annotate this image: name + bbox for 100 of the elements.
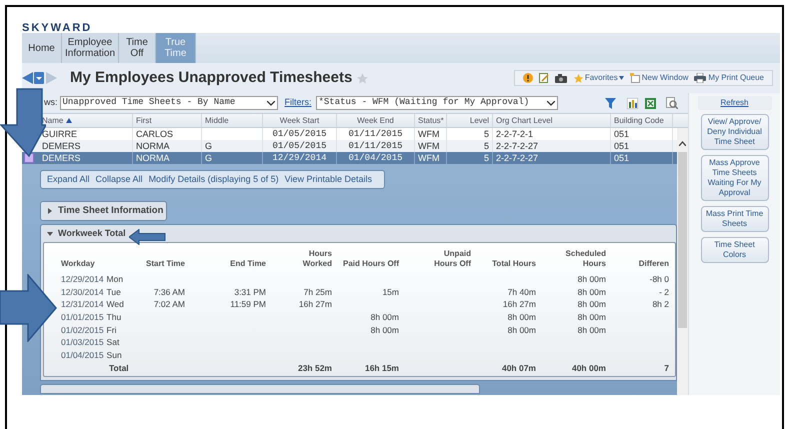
table-cell: 15m (382, 286, 399, 298)
column-header[interactable]: Building Code (614, 114, 664, 126)
table-cell: 051 (614, 154, 630, 162)
side-button[interactable]: View/ Approve/ Deny Individual Time Sheet (700, 114, 768, 150)
table-cell: 8h 00m (578, 272, 606, 286)
filters-link[interactable]: Filters: (284, 96, 312, 110)
table-cell: 2-2-7-2-27 (496, 142, 538, 150)
column-header: End Time (230, 259, 266, 269)
left-arrow-overlay (129, 229, 166, 245)
side-button[interactable]: Time Sheet Colors (700, 237, 768, 263)
table-cell: 2-2-7-2-1 (496, 130, 534, 138)
date-text: 01/04/2015 (61, 349, 104, 362)
table-cell: 8h 00m (578, 311, 606, 324)
day-text: Sun (106, 349, 122, 362)
total-value: 16h 15m (364, 362, 399, 375)
column-header: Scheduled Hours (564, 249, 606, 269)
table-cell: 8h 00m (508, 324, 536, 336)
column-header: Workday (61, 259, 95, 269)
table-cell: 3:31 PM (234, 286, 266, 298)
date-text: 12/31/2014 (61, 298, 104, 312)
table-cell: 8h 2 (652, 298, 669, 312)
caret-icon (618, 76, 624, 80)
table-cell: CARLOS (136, 130, 174, 138)
table-cell: 01/11/2015 (348, 130, 402, 138)
window-icon (630, 73, 640, 83)
date-text: 12/29/2014 (61, 272, 104, 286)
column-header[interactable]: Week End (357, 114, 394, 126)
day-text: Wed (106, 298, 124, 312)
tab[interactable]: Time Off (119, 33, 156, 63)
tab[interactable]: Employee Information (62, 33, 119, 63)
column-header[interactable]: Middle (205, 114, 229, 126)
table-cell: 16h 27m (298, 298, 332, 312)
detail-link[interactable]: Modify Details (displaying 5 of 5) (148, 172, 279, 186)
dropdown-icon (546, 100, 554, 106)
column-header: Total Hours (492, 259, 536, 269)
table-cell: 7h 25m (304, 286, 332, 298)
star-icon (572, 72, 584, 84)
filters-select[interactable]: *Status - WFM (Waiting for My Approval) (316, 96, 558, 110)
up-caret-icon[interactable] (679, 141, 686, 146)
table-cell: 8h 00m (508, 311, 536, 324)
side-button[interactable]: Mass Approve Time Sheets Waiting For My Approval (700, 155, 768, 201)
table-cell: 12/29/2014 (272, 154, 326, 162)
printer-icon (694, 73, 706, 83)
column-header[interactable]: Org Chart Level (496, 114, 552, 126)
column-header: Start Time (146, 259, 185, 269)
day-text: Tue (106, 286, 121, 298)
tab[interactable]: Home (22, 33, 62, 63)
dropdown-icon[interactable] (34, 72, 44, 84)
table-cell: 8h 00m (578, 324, 606, 336)
table-row[interactable]: DEMERS NORMA G 12/29/2014 01/04/2015 WFM 5 2-2-7-2-27 051 (22, 152, 677, 164)
scroll-thumb[interactable] (678, 152, 687, 328)
total-value: 40h 00m (572, 362, 606, 375)
table-cell: 8h 00m (578, 298, 606, 312)
table-cell: DEMERS (42, 142, 81, 150)
views-label: ws: (44, 96, 58, 110)
total-value: 40h 07m (502, 362, 536, 375)
table-row[interactable]: DEMERS NORMA G 01/05/2015 01/11/2015 WFM 5 2-2-7-2-27 051 (22, 140, 677, 152)
notepad-icon[interactable] (538, 73, 549, 83)
date-text: 01/03/2015 (61, 336, 104, 350)
column-header[interactable]: Level (470, 114, 489, 126)
back-icon[interactable] (22, 72, 33, 84)
table-cell: 7:02 AM (154, 298, 185, 312)
detail-link[interactable]: Collapse All (96, 172, 143, 186)
favorites-menu[interactable]: Favorites (584, 72, 618, 84)
section-header[interactable]: Time Sheet Information (40, 201, 167, 221)
date-text: 01/02/2015 (61, 324, 104, 336)
camera-icon[interactable] (554, 74, 567, 82)
table-cell: 8h 00m (370, 324, 399, 336)
table-cell: WFM (418, 154, 440, 162)
right-arrow-overlay (0, 274, 57, 342)
detail-link[interactable]: View Printable Details (284, 172, 372, 186)
table-cell: 01/04/2015 (348, 154, 402, 162)
detail-link[interactable]: Expand All (47, 172, 90, 186)
table-cell: 01/05/2015 (272, 130, 326, 138)
section-header[interactable]: Workweek Total (43, 227, 125, 240)
table-cell: NORMA (136, 142, 170, 150)
table-cell: 8h 00m (578, 286, 606, 298)
table-cell: G (205, 142, 212, 150)
scrollbar[interactable] (677, 128, 688, 395)
table-cell: 16h 27m (502, 298, 536, 312)
warning-icon[interactable] (522, 73, 533, 83)
spreadsheet-icon[interactable] (644, 98, 656, 108)
column-header[interactable]: Status* (418, 114, 444, 126)
column-header[interactable]: Week Start (280, 114, 320, 126)
print-queue-link[interactable]: My Print Queue (708, 72, 764, 84)
views-select[interactable]: Unapproved Time Sheets - By Name (60, 96, 278, 110)
total-label: Total (109, 362, 129, 375)
page-title: My Employees Unapproved Timesheets (70, 68, 352, 88)
table-cell: 5 (484, 154, 489, 162)
filter-icon[interactable] (604, 98, 616, 108)
table-cell: 11:59 PM (230, 298, 266, 312)
chart-icon[interactable] (626, 98, 638, 108)
side-button[interactable]: Mass Print Time Sheets (700, 206, 768, 232)
new-window-link[interactable]: New Window (642, 72, 688, 84)
search-icon[interactable] (666, 97, 678, 109)
dropdown-icon (266, 100, 274, 106)
star-icon[interactable] (356, 72, 370, 84)
column-header[interactable]: First (136, 114, 152, 126)
table-cell: 7h 40m (508, 286, 536, 298)
refresh-link[interactable]: Refresh (698, 96, 772, 110)
